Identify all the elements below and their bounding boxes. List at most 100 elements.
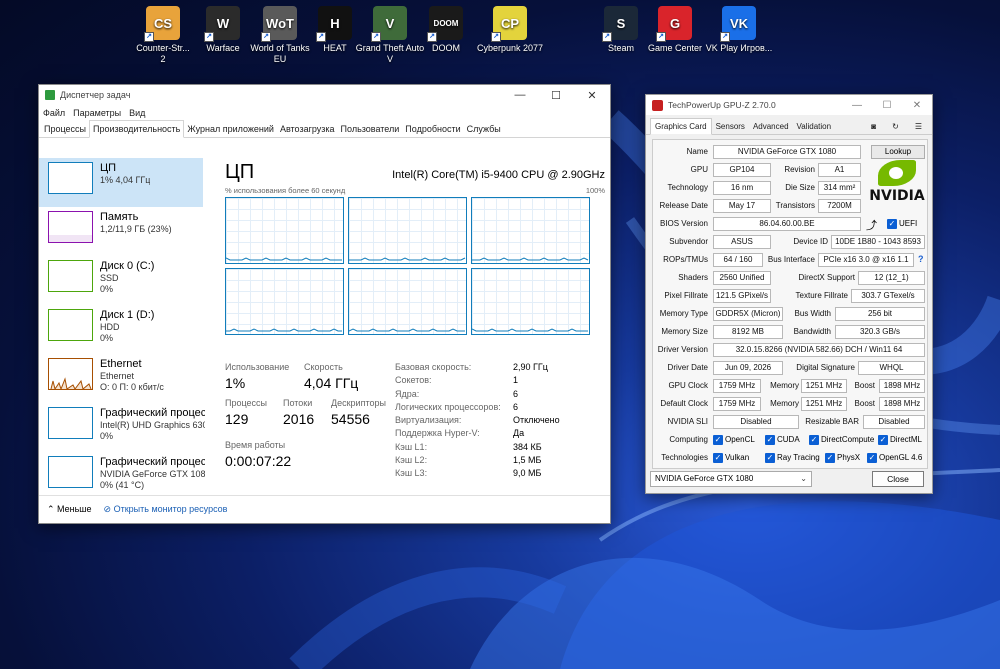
- cpu-usage-line: [349, 257, 466, 261]
- sidebar-item-resource[interactable]: Диск 1 (D:) HDD 0%: [39, 305, 205, 354]
- sli-value: Disabled: [713, 415, 799, 429]
- gpu-label: GPU: [690, 165, 708, 174]
- sidebar-item-resource[interactable]: Память 1,2/11,9 ГБ (23%): [39, 207, 205, 256]
- refresh-icon[interactable]: ↻: [888, 119, 903, 134]
- share-icon[interactable]: ⤴: [866, 217, 877, 233]
- gpuz-title-bar[interactable]: TechPowerUp GPU-Z 2.70.0 — ☐ ✕: [646, 95, 932, 115]
- help-icon[interactable]: ?: [918, 254, 924, 264]
- detail-key: Кэш L1:: [395, 441, 428, 452]
- driver-date-value: Jun 09, 2026: [713, 361, 783, 375]
- sidebar-item-resource[interactable]: Графический процессор 0Intel(R) UHD Grap…: [39, 403, 205, 452]
- sidebar-item-resource[interactable]: Ethernet Ethernet О: 0 П: 0 кбит/с: [39, 354, 205, 403]
- menu-file[interactable]: Файл: [43, 108, 65, 118]
- die-size-label: Die Size: [785, 183, 815, 192]
- tab-performance[interactable]: Производительность: [89, 120, 185, 138]
- title-bar[interactable]: Диспетчер задач — ☐ ✕: [39, 85, 610, 105]
- memory-clock-label: Memory: [770, 381, 799, 390]
- maximize-icon[interactable]: ☐: [872, 100, 902, 111]
- processes-value: 129: [225, 411, 249, 427]
- sidebar-item-resource[interactable]: Графический процессор 1NVIDIA GeForce GT…: [39, 452, 205, 501]
- resource-sidebar: ЦП 1% 4,04 ГГц Память 1,2/11,9 ГБ (23%) Диск…: [39, 158, 205, 498]
- core-graph: [471, 268, 590, 335]
- close-icon[interactable]: ✕: [574, 89, 610, 102]
- fewer-details-button[interactable]: ⌃ Меньше: [47, 504, 92, 515]
- tab-advanced[interactable]: Advanced: [749, 119, 793, 134]
- desktop-icon[interactable]: G ↗ Game Center: [640, 6, 710, 54]
- uptime-value: 0:00:07:22: [225, 453, 292, 469]
- detail-value: 6: [513, 401, 519, 412]
- tab-sensors[interactable]: Sensors: [712, 119, 749, 134]
- resizable-bar-label: Resizable BAR: [805, 417, 859, 426]
- tab-processes[interactable]: Процессы: [41, 121, 89, 137]
- cpu-model: Intel(R) Core(TM) i5-9400 CPU @ 2.90GHz: [392, 169, 605, 181]
- open-resource-monitor-link[interactable]: ⊘ Открыть монитор ресурсов: [104, 504, 228, 515]
- bandwidth-label: Bandwidth: [793, 327, 831, 336]
- directx-value: 12 (12_1): [858, 271, 925, 285]
- graphics-card-panel: Name NVIDIA GeForce GTX 1080 Lookup GPU …: [652, 139, 928, 469]
- default-boost-label: Boost: [854, 399, 875, 408]
- app-icon: DOOM ↗: [427, 6, 463, 42]
- ray-tracing-checkbox: ✓ Ray Tracing: [765, 453, 820, 463]
- uefi-checkbox[interactable]: ✓ UEFI: [887, 217, 917, 231]
- lookup-button[interactable]: Lookup: [871, 145, 925, 159]
- resource-name: Диск 1 (D:): [100, 309, 155, 321]
- gpu-select[interactable]: NVIDIA GeForce GTX 1080 ⌄: [650, 471, 812, 487]
- shortcut-arrow-icon: ↗: [261, 32, 271, 42]
- desktop-icon[interactable]: DOOM ↗ DOOM: [411, 6, 481, 54]
- memory-size-value: 8192 MB: [713, 325, 783, 339]
- menu-view[interactable]: Вид: [129, 108, 145, 118]
- bus-interface-label: Bus Interface: [767, 255, 815, 264]
- sidebar-item-resource[interactable]: ЦП 1% 4,04 ГГц: [39, 158, 203, 207]
- detail-value: Да: [513, 428, 525, 439]
- camera-icon[interactable]: ◙: [867, 119, 880, 134]
- minimize-icon[interactable]: —: [842, 100, 872, 111]
- tab-validation[interactable]: Validation: [793, 119, 836, 134]
- detail-key: Логических процессоров:: [395, 401, 501, 412]
- tab-startup[interactable]: Автозагрузка: [277, 121, 338, 137]
- tab-services[interactable]: Службы: [464, 121, 504, 137]
- close-icon[interactable]: ✕: [902, 100, 932, 111]
- maximize-icon[interactable]: ☐: [538, 89, 574, 102]
- detail-key: Кэш L3:: [395, 468, 428, 479]
- resource-name: ЦП: [100, 162, 117, 174]
- resource-detail: 1,2/11,9 ГБ (23%): [100, 224, 172, 234]
- footer: ⌃ Меньше ⊘ Открыть монитор ресурсов: [39, 495, 610, 523]
- tab-details[interactable]: Подробности: [402, 121, 463, 137]
- task-manager-icon: [45, 90, 55, 100]
- usage-label: Использование: [225, 362, 290, 372]
- window-title: Диспетчер задач: [60, 90, 131, 100]
- resource-detail: 0%: [100, 333, 114, 343]
- cpu-panel: ЦП Intel(R) Core(TM) i5-9400 CPU @ 2.90G…: [225, 158, 605, 498]
- memory-type-label: Memory Type: [659, 309, 708, 318]
- tab-graphics-card[interactable]: Graphics Card: [650, 118, 712, 135]
- detail-value: 2,90 ГГц: [513, 362, 548, 372]
- memory-type-value: GDDR5X (Micron): [713, 307, 783, 321]
- cpu-usage-line: [349, 328, 465, 332]
- bus-width-label: Bus Width: [794, 309, 831, 318]
- default-memory-label: Memory: [770, 399, 799, 408]
- resizable-bar-value: Disabled: [863, 415, 925, 429]
- desktop-icon[interactable]: CP ↗ Cyberpunk 2077: [475, 6, 545, 54]
- menu-icon[interactable]: ☰: [911, 119, 926, 134]
- physx-checkbox: ✓ PhysX: [825, 453, 861, 463]
- desktop-icon-label: DOOM: [432, 43, 460, 53]
- tab-users[interactable]: Пользователи: [338, 121, 403, 137]
- shortcut-arrow-icon: ↗: [491, 32, 501, 42]
- release-date-value: May 17: [713, 199, 771, 213]
- sidebar-item-resource[interactable]: Диск 0 (C:) SSD 0%: [39, 256, 205, 305]
- digital-signature-value: WHQL: [858, 361, 925, 375]
- resource-detail: О: 0 П: 0 кбит/с: [100, 382, 164, 392]
- shaders-label: Shaders: [678, 273, 708, 282]
- cpu-usage-line: [226, 257, 342, 261]
- resource-detail: SSD: [100, 273, 119, 283]
- desktop-icon[interactable]: VK ↗ VK Play Игров...: [704, 6, 774, 54]
- opengl-checkbox: ✓ OpenGL 4.6: [867, 453, 923, 463]
- subvendor-label: Subvendor: [669, 237, 708, 246]
- close-button[interactable]: Close: [872, 471, 924, 487]
- gpu-value: GP104: [713, 163, 771, 177]
- menu-options[interactable]: Параметры: [73, 108, 121, 118]
- tab-app-history[interactable]: Журнал приложений: [184, 121, 277, 137]
- die-size-value: 314 mm²: [818, 181, 861, 195]
- desktop-icon-label: Game Center: [647, 43, 703, 53]
- minimize-icon[interactable]: —: [502, 89, 538, 102]
